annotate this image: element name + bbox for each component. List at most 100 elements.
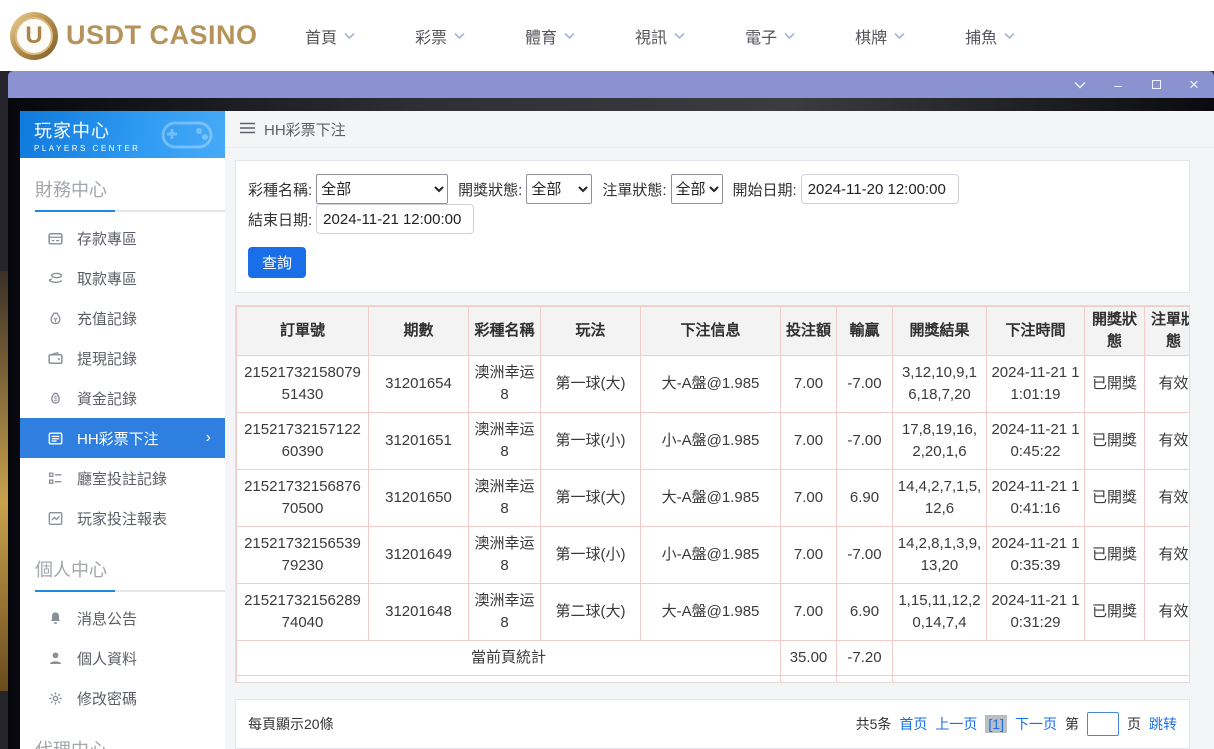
sidebar-item-label: HH彩票下注 xyxy=(77,430,159,448)
end-date-input[interactable] xyxy=(316,204,475,235)
sidebar-item-取款專區[interactable]: 取款專區 xyxy=(20,258,225,298)
table-cell: 2152173215653979230 xyxy=(236,525,369,584)
sidebar-item-提現記錄[interactable]: 提現記錄 xyxy=(20,338,225,378)
table-cell: 2024-11-21 10:41:16 xyxy=(986,468,1085,527)
table-row: 2152173215653979230 31201649 澳洲幸运8 第一球(小) 小-… xyxy=(236,525,1189,584)
top-nav-item-1[interactable]: 彩票 xyxy=(415,24,465,48)
table-cell: 7.00 xyxy=(780,354,837,413)
sidebar-item-label: 修改密碼 xyxy=(77,690,138,708)
table-header-cell: 投注額 xyxy=(780,306,837,356)
sidebar-item-label: 提現記錄 xyxy=(77,350,138,368)
hamburger-icon[interactable] xyxy=(240,121,255,138)
table-cell: 7.00 xyxy=(780,468,837,527)
table-header-cell: 玩法 xyxy=(540,306,641,356)
table-cell: 第一球(大) xyxy=(540,468,641,527)
table-header-cell: 期數 xyxy=(368,306,469,356)
jump-page-input[interactable] xyxy=(1087,711,1119,736)
top-nav-item-5[interactable]: 棋牌 xyxy=(855,24,905,48)
chevron-down-icon xyxy=(564,32,575,40)
chevron-down-icon[interactable] xyxy=(1072,77,1088,93)
table-cell: 6.90 xyxy=(836,582,893,641)
start-date-label: 開始日期: xyxy=(732,181,797,199)
table-cell: 31201650 xyxy=(368,468,469,527)
funds-icon: $ xyxy=(46,389,64,407)
gear-icon xyxy=(46,689,64,707)
sidebar-item-玩家投注報表[interactable]: 玩家投注報表 xyxy=(20,498,225,538)
table-header-cell: 彩種名稱 xyxy=(468,306,541,356)
close-button[interactable]: × xyxy=(1186,75,1202,94)
svg-text:$: $ xyxy=(53,396,57,403)
window-titlebar: – × xyxy=(8,71,1214,98)
top-nav-item-3[interactable]: 視訊 xyxy=(635,24,685,48)
brand-logo-letter: U xyxy=(15,16,53,55)
grand-summary-label: 總統計 xyxy=(236,674,781,682)
window-body: 玩家中心 PLAYERS CENTER 財務中心 存款專區 取款專區 充值記錄 提現記錄… xyxy=(8,98,1214,749)
jump-button[interactable]: 跳转 xyxy=(1149,714,1177,734)
sidebar-item-存款專區[interactable]: 存款專區 xyxy=(20,218,225,258)
withdraw-icon xyxy=(46,269,64,287)
sidebar-item-label: 玩家投注報表 xyxy=(77,510,168,528)
sidebar-item-HH彩票下注[interactable]: HH彩票下注 xyxy=(20,418,225,458)
search-button[interactable]: 查詢 xyxy=(248,247,306,279)
prev-page-link[interactable]: 上一页 xyxy=(935,714,977,734)
jump-prefix-label: 第 xyxy=(1065,715,1079,732)
table-cell: 已開獎 xyxy=(1084,582,1145,641)
sidebar-item-修改密碼[interactable]: 修改密碼 xyxy=(20,678,225,718)
top-nav-item-6[interactable]: 捕魚 xyxy=(965,24,1015,48)
table-cell: 澳洲幸运8 xyxy=(468,354,541,413)
table-header-cell: 輸贏 xyxy=(836,306,893,356)
table-cell: 澳洲幸运8 xyxy=(468,411,541,470)
bet-records-table-wrap: 訂單號期數彩種名稱玩法下注信息投注額輸贏開獎結果下注時間開獎狀態注單狀態 215… xyxy=(235,305,1190,683)
bell-icon xyxy=(46,609,64,627)
table-header-cell: 訂單號 xyxy=(236,306,369,356)
grand-summary-bet-total: 35.00 xyxy=(780,674,837,682)
first-page-link[interactable]: 首页 xyxy=(899,714,927,734)
maximize-button[interactable] xyxy=(1148,77,1164,93)
sidebar-item-個人資料[interactable]: 個人資料 xyxy=(20,638,225,678)
page-summary-row: 當前頁統計 35.00 -7.20 xyxy=(236,639,1189,676)
chevron-down-icon xyxy=(1004,32,1015,40)
table-cell: 31201651 xyxy=(368,411,469,470)
sidebar-item-消息公告[interactable]: 消息公告 xyxy=(20,598,225,638)
top-nav-item-label: 首頁 xyxy=(305,29,338,47)
table-cell: 31201649 xyxy=(368,525,469,584)
top-nav-bar: U USDT CASINO 首頁 彩票 體育 視訊 電子 棋牌 捕魚 xyxy=(0,0,1214,71)
brand[interactable]: U USDT CASINO xyxy=(10,11,260,60)
jump-suffix-label: 页 xyxy=(1127,715,1141,732)
minimize-button[interactable]: – xyxy=(1110,77,1126,93)
table-cell: 2152173215628974040 xyxy=(236,582,369,641)
grand-summary-row: 總統計 35.00 -7.20 xyxy=(236,674,1189,682)
gamepad-icon xyxy=(155,115,219,158)
cashout-icon xyxy=(46,349,64,367)
order-status-label: 注單狀態: xyxy=(602,181,667,199)
table-cell: 14,2,8,1,3,9,13,20 xyxy=(892,525,987,584)
draw-status-select[interactable]: 全部 xyxy=(526,174,593,205)
table-cell: 2152173215712260390 xyxy=(236,411,369,470)
order-status-select[interactable]: 全部 xyxy=(670,174,723,205)
table-cell: 31201654 xyxy=(368,354,469,413)
table-header-cell: 開獎狀態 xyxy=(1084,306,1145,356)
top-nav-item-2[interactable]: 體育 xyxy=(525,24,575,48)
room-record-icon xyxy=(46,469,64,487)
sidebar-item-充值記錄[interactable]: 充值記錄 xyxy=(20,298,225,338)
table-cell: 1,15,11,12,20,14,7,4 xyxy=(892,582,987,641)
table-header-cell: 開獎結果 xyxy=(892,306,987,356)
table-cell: 有效 xyxy=(1144,468,1189,527)
top-nav-item-0[interactable]: 首頁 xyxy=(305,24,355,48)
main-content: HH彩票下注 彩種名稱: 全部 開獎狀態: 全部 注單狀態: 全部 開始日期: … xyxy=(225,111,1214,749)
table-cell: 有效 xyxy=(1144,354,1189,413)
next-page-link[interactable]: 下一页 xyxy=(1015,714,1057,734)
lottery-name-select[interactable]: 全部 xyxy=(316,174,449,205)
table-cell: 有效 xyxy=(1144,525,1189,584)
sidebar-section-title-2: 代理中心 xyxy=(35,736,225,749)
start-date-input[interactable] xyxy=(800,174,959,205)
top-nav-item-4[interactable]: 電子 xyxy=(745,24,795,48)
current-page-indicator: [1] xyxy=(985,714,1007,733)
chevron-down-icon xyxy=(894,32,905,40)
sidebar-item-廳室投註記錄[interactable]: 廳室投註記錄 xyxy=(20,458,225,498)
table-cell: 小-A盤@1.985 xyxy=(640,525,781,584)
table-cell: 已開獎 xyxy=(1084,525,1145,584)
deposit-icon xyxy=(46,229,64,247)
table-cell: 2152173215687670500 xyxy=(236,468,369,527)
sidebar-item-資金記錄[interactable]: $ 資金記錄 xyxy=(20,378,225,418)
